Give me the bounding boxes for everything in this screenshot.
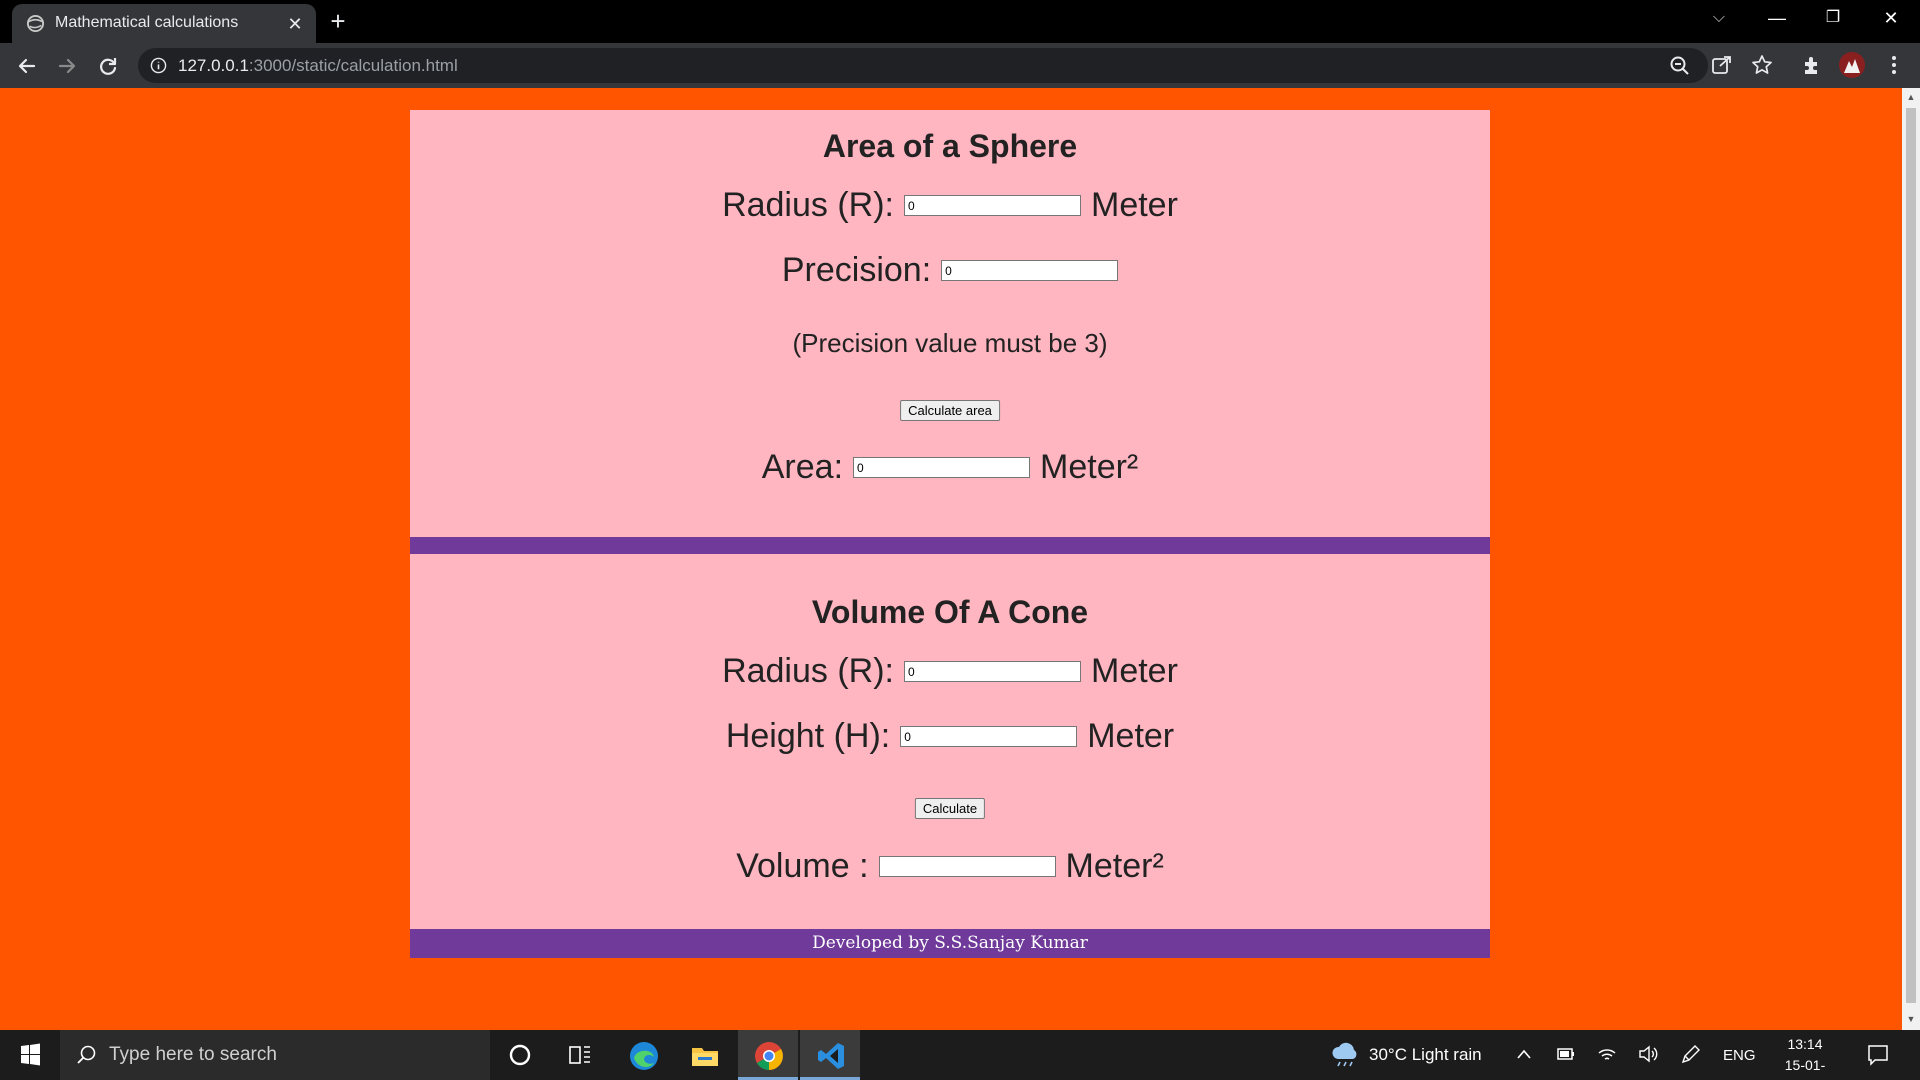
bookmark-star-icon[interactable] [1750, 53, 1774, 77]
close-window-button[interactable]: ✕ [1862, 0, 1920, 38]
globe-icon [26, 14, 45, 33]
url-text: 127.0.0.1:3000/static/calculation.html [178, 56, 458, 76]
area-unit: Meter² [1040, 448, 1139, 486]
cone-height-row: Height (H): 0 Meter [410, 717, 1490, 756]
taskbar-search-placeholder: Type here to search [109, 1044, 277, 1065]
chevron-up-icon[interactable] [1516, 1047, 1532, 1061]
clock-time: 13:14 [1787, 1036, 1823, 1052]
url-path: :3000/static/calculation.html [248, 56, 458, 75]
chrome-taskbar-icon[interactable] [738, 1030, 798, 1080]
cone-height-input[interactable]: 0 [900, 726, 1078, 747]
sphere-radius-input[interactable]: 0 [904, 195, 1081, 216]
cone-height-label: Height (H): [725, 717, 891, 755]
sphere-radius-label: Radius (R): [722, 186, 894, 224]
tab-search-icon[interactable]: ⌵ [1690, 0, 1748, 38]
info-icon[interactable] [150, 57, 167, 74]
language-indicator[interactable]: ENG [1723, 1047, 1756, 1064]
restore-button[interactable]: ❐ [1804, 0, 1862, 38]
reload-icon[interactable] [93, 51, 123, 81]
cone-radius-input[interactable]: 0 [904, 661, 1081, 682]
area-label: Area: [761, 448, 844, 486]
cloud-rain-icon[interactable] [1330, 1042, 1360, 1068]
cortana-icon[interactable] [490, 1030, 550, 1080]
zoom-icon[interactable] [1668, 54, 1692, 78]
menu-dots-icon[interactable] [1882, 53, 1906, 77]
taskbar-search-box[interactable]: Type here to search [60, 1030, 490, 1080]
area-row: Area: 0 Meter² [410, 448, 1490, 487]
area-output[interactable]: 0 [853, 457, 1031, 478]
volume-unit: Meter² [1065, 847, 1164, 885]
scroll-up-arrow-icon[interactable]: ▲ [1906, 92, 1916, 102]
new-tab-button[interactable]: + [324, 7, 352, 35]
back-arrow-icon[interactable] [12, 51, 42, 81]
cone-height-unit: Meter [1087, 717, 1175, 755]
file-explorer-icon[interactable] [674, 1030, 734, 1080]
calculate-area-button[interactable]: Calculate area [900, 400, 1000, 421]
wifi-icon[interactable] [1597, 1044, 1617, 1064]
scrollbar-thumb[interactable] [1906, 108, 1916, 1003]
clock-date: 15-01-2022 [1784, 1057, 1826, 1080]
taskbar-clock[interactable]: 13:14 15-01-2022 [1770, 1034, 1840, 1080]
volume-row: Volume : Meter² [410, 847, 1490, 886]
task-view-icon[interactable] [550, 1030, 610, 1080]
cone-title: Volume Of A Cone [811, 594, 1089, 630]
precision-note: (Precision value must be 3) [792, 328, 1108, 358]
section-divider [410, 537, 1490, 554]
scroll-down-arrow-icon[interactable]: ▼ [1906, 1014, 1916, 1024]
browser-tab[interactable]: Mathematical calculations ✕ [12, 4, 316, 43]
share-icon[interactable] [1710, 53, 1734, 77]
sphere-title: Area of a Sphere [822, 128, 1078, 164]
page-footer: Developed by S.S.Sanjay Kumar [410, 929, 1490, 958]
address-bar[interactable]: 127.0.0.1:3000/static/calculation.html [138, 48, 1708, 83]
cone-radius-row: Radius (R): 0 Meter [410, 652, 1490, 691]
extensions-icon[interactable] [1800, 53, 1824, 77]
pen-icon[interactable] [1679, 1044, 1701, 1066]
cone-radius-unit: Meter [1091, 652, 1178, 690]
tab-close-icon[interactable]: ✕ [284, 13, 306, 35]
cone-radius-label: Radius (R): [722, 652, 894, 690]
windows-start-icon[interactable] [0, 1030, 60, 1080]
vscode-taskbar-icon[interactable] [800, 1030, 860, 1080]
sphere-card: Area of a Sphere Radius (R): 0 Meter Pre… [410, 110, 1490, 537]
cone-card: Volume Of A Cone Radius (R): 0 Meter Hei… [410, 554, 1490, 929]
sphere-radius-row: Radius (R): 0 Meter [410, 186, 1490, 225]
browser-toolbar: 127.0.0.1:3000/static/calculation.html [0, 43, 1920, 88]
url-host: 127.0.0.1 [178, 56, 249, 75]
vertical-scrollbar[interactable]: ▲ ▼ [1902, 88, 1920, 1030]
search-icon [77, 1045, 96, 1064]
profile-avatar[interactable] [1838, 51, 1866, 79]
precision-label: Precision: [781, 251, 932, 289]
sphere-radius-unit: Meter [1091, 186, 1178, 224]
tab-strip: Mathematical calculations ✕ + ⌵ — ❐ ✕ [0, 0, 1920, 43]
windows-taskbar: Type here to search 30°C Light rain ENG … [0, 1030, 1920, 1080]
precision-input[interactable]: 0 [941, 260, 1119, 281]
tab-title: Mathematical calculations [55, 14, 239, 31]
calculate-volume-button[interactable]: Calculate [914, 798, 986, 819]
precision-row: Precision: 0 [410, 251, 1490, 290]
weather-text[interactable]: 30°C Light rain [1369, 1045, 1482, 1065]
notification-icon[interactable] [1866, 1043, 1890, 1067]
minimize-button[interactable]: — [1748, 0, 1806, 38]
battery-icon[interactable] [1556, 1045, 1576, 1063]
edge-browser-icon[interactable] [613, 1030, 673, 1080]
volume-icon[interactable] [1637, 1044, 1659, 1064]
forward-arrow-icon[interactable] [52, 51, 82, 81]
volume-label: Volume : [736, 847, 869, 885]
volume-output[interactable] [878, 856, 1056, 877]
